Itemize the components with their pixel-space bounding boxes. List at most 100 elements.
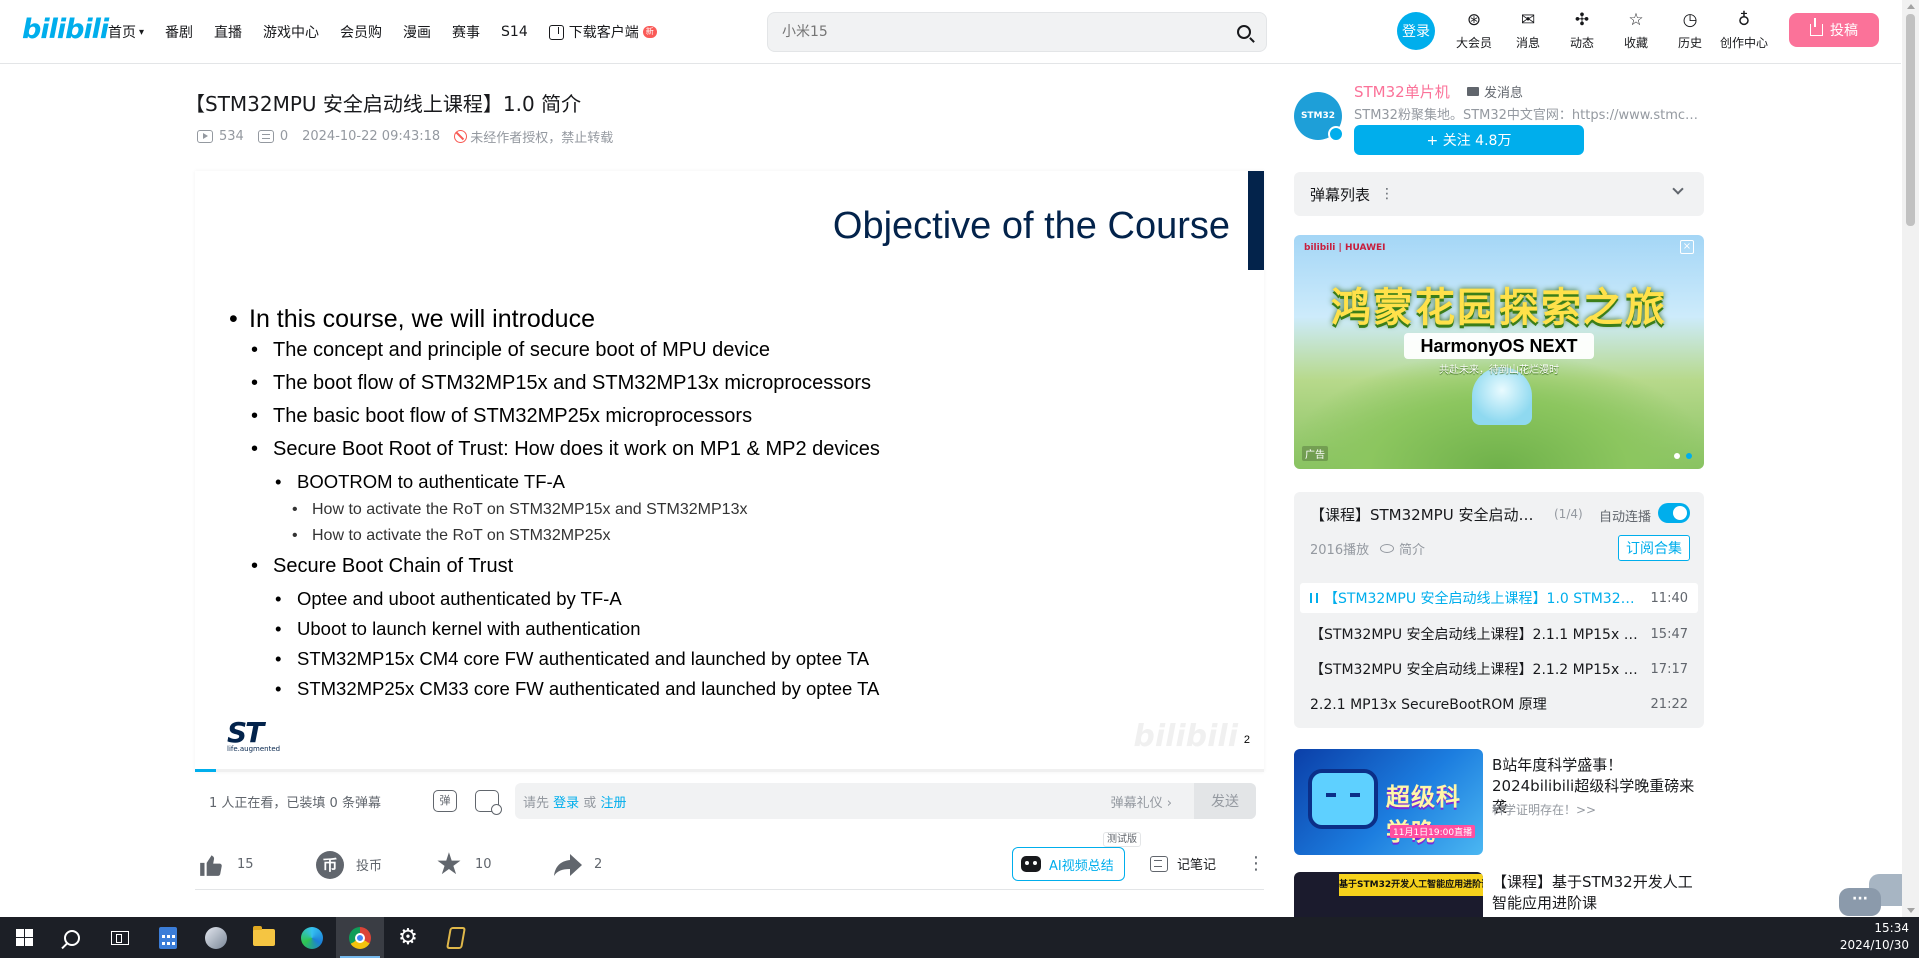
more-vertical-icon[interactable]: ⋮	[1380, 186, 1394, 202]
danmaku-ph-prefix: 请先	[523, 795, 550, 811]
uploader-avatar[interactable]: STM32	[1294, 92, 1344, 142]
close-icon[interactable]: ×	[1680, 240, 1694, 254]
search-input[interactable]	[768, 24, 1226, 40]
copyright-notice: 未经作者授权，禁止转载	[454, 127, 613, 146]
entry-favorite[interactable]: ☆ 收藏	[1609, 10, 1663, 51]
nav-anime[interactable]: 番剧	[165, 22, 193, 42]
taskbar-app[interactable]	[432, 917, 480, 958]
note-button[interactable]: 记笔记	[1150, 854, 1216, 873]
taskbar-search-button[interactable]	[48, 917, 96, 958]
upload-button[interactable]: 投稿	[1789, 13, 1879, 47]
taskbar-clock[interactable]: 15:34 2024/10/30	[1840, 920, 1909, 954]
scroll-down-icon[interactable]	[1907, 908, 1915, 913]
share-button[interactable]: 2	[552, 849, 671, 881]
clock-date: 2024/10/30	[1839, 938, 1909, 952]
entry-history[interactable]: ◷ 历史	[1663, 10, 1717, 51]
carousel-dot-active[interactable]	[1686, 453, 1692, 459]
recommend-card[interactable]: 超级科学晚 11月1日19:00直播 B站年度科学盛事！2024bilibili…	[1294, 749, 1704, 857]
search-button[interactable]	[1226, 16, 1262, 48]
autoplay-toggle[interactable]	[1658, 503, 1690, 523]
chevron-down-icon[interactable]	[1672, 183, 1684, 195]
playlist-intro-label: 简介	[1399, 543, 1426, 558]
danmaku-register-link[interactable]: 注册	[600, 796, 626, 811]
playlist-episode[interactable]: 2.2.1 MP13x SecureBootROM 原理 21:22	[1300, 689, 1698, 719]
entry-message[interactable]: ✉ 消息	[1501, 10, 1555, 51]
recommend-thumbnail[interactable]: 基于STM32开发人工智能应用进阶课	[1294, 872, 1483, 917]
bilibili-logo[interactable]: bilibili	[22, 14, 109, 46]
video-progress-bar[interactable]	[195, 769, 1264, 772]
task-view-button[interactable]	[96, 917, 144, 958]
recommend-card[interactable]: 基于STM32开发人工智能应用进阶课 【课程】基于STM32开发人工智能应用进阶…	[1294, 872, 1704, 917]
danmaku-settings-button[interactable]	[475, 790, 502, 815]
scrollbar-thumb[interactable]	[1906, 14, 1915, 226]
entry-creator-label: 创作中心	[1719, 36, 1768, 50]
like-button[interactable]: 15	[195, 849, 314, 881]
danmaku-placeholder: 请先 登录 或 注册	[515, 792, 626, 811]
nav-home[interactable]: 首页 ▾	[108, 22, 144, 42]
thumbnail-date: 11月1日19:00直播	[1390, 825, 1476, 838]
danmaku-count-value: 0	[279, 129, 289, 144]
favorite-button[interactable]: ★ 10	[433, 849, 552, 881]
taskbar-calculator[interactable]	[144, 917, 192, 958]
entry-vip[interactable]: ⊛ 大会员	[1447, 10, 1501, 51]
playlist-episode[interactable]: 【STM32MPU 安全启动线上课程】2.1.1 MP15x SecureBoo…	[1300, 619, 1698, 649]
search-icon	[1237, 25, 1251, 39]
playlist-title[interactable]: 【课程】STM32MPU 安全启动线上课程	[1310, 504, 1545, 525]
upload-label: 投稿	[1830, 23, 1858, 39]
task-view-icon	[111, 930, 129, 945]
thumbs-up-icon	[195, 849, 227, 881]
more-icon[interactable]: ⋮	[1247, 854, 1265, 874]
message-icon: ✉	[1520, 10, 1536, 30]
entry-creator[interactable]: ♁ 创作中心	[1717, 10, 1771, 51]
danmaku-etiquette-link[interactable]: 弹幕礼仪 ›	[1111, 792, 1172, 811]
danmaku-send-button[interactable]: 发送	[1194, 783, 1256, 819]
favorite-count: 10	[475, 857, 492, 872]
nav-game-center[interactable]: 游戏中心	[263, 22, 319, 42]
taskbar-settings[interactable]: ⚙	[384, 917, 432, 958]
video-progress-fill	[195, 769, 217, 772]
send-message-button[interactable]: 发消息	[1467, 82, 1523, 101]
playlist-episode-active[interactable]: 【STM32MPU 安全启动线上课程】1.0 STM32MPU 安全启动简介 11…	[1300, 583, 1698, 613]
danmaku-toggle-button[interactable]: 弹	[433, 790, 457, 812]
slide-bullet: How to activate the RoT on STM32MP25x	[229, 527, 880, 553]
playlist-episode[interactable]: 【STM32MPU 安全启动线上课程】2.1.2 MP15x SecureBoo…	[1300, 654, 1698, 684]
start-button[interactable]	[0, 917, 48, 958]
follow-button[interactable]: + 关注 4.8万	[1354, 125, 1584, 155]
scroll-up-icon[interactable]	[1907, 4, 1915, 9]
episode-name: 【STM32MPU 安全启动线上课程】1.0 STM32MPU 安全启动简介	[1324, 591, 1640, 607]
taskbar-edge[interactable]	[288, 917, 336, 958]
video-title: 【STM32MPU 安全启动线上课程】1.0 简介	[185, 92, 582, 116]
taskbar-file-explorer[interactable]	[240, 917, 288, 958]
recommend-title[interactable]: 【课程】基于STM32开发人工智能应用进阶课	[1492, 872, 1704, 914]
coin-icon: 币	[314, 849, 346, 881]
nav-esports[interactable]: 赛事	[452, 22, 480, 42]
nav-manga[interactable]: 漫画	[403, 22, 431, 42]
nav-s14[interactable]: S14	[501, 24, 528, 40]
share-count: 2	[594, 857, 603, 872]
nav-live[interactable]: 直播	[214, 22, 242, 42]
recommend-thumbnail[interactable]: 超级科学晚 11月1日19:00直播	[1294, 749, 1483, 855]
danmaku-input[interactable]: 请先 登录 或 注册 弹幕礼仪 › 发送	[515, 783, 1256, 819]
ai-summary-button[interactable]: AI视频总结	[1012, 847, 1125, 881]
bilibili-watermark: bilibili	[1133, 719, 1238, 754]
video-player[interactable]: Objective of the Course In this course, …	[195, 171, 1264, 772]
page-scrollbar[interactable]	[1902, 0, 1919, 917]
entry-dynamic[interactable]: ✣ 动态	[1555, 10, 1609, 51]
vip-icon: ⊛	[1466, 10, 1482, 30]
entry-history-label: 历史	[1677, 36, 1702, 50]
taskbar-app-ps[interactable]	[192, 917, 240, 958]
nav-download-client[interactable]: 下载客户端新	[548, 22, 657, 42]
ad-banner[interactable]: bilibili | HUAWEI × 鸿蒙花园探索之旅 HarmonyOS N…	[1294, 235, 1704, 469]
danmaku-ph-or: 或	[579, 795, 601, 811]
coin-button[interactable]: 币 投币	[314, 849, 433, 881]
playlist-intro[interactable]: 简介	[1380, 539, 1425, 558]
login-button[interactable]: 登录	[1397, 12, 1435, 50]
uploader-name[interactable]: STM32单片机	[1354, 81, 1450, 102]
nav-mall[interactable]: 会员购	[340, 22, 382, 42]
subscribe-collection-button[interactable]: 订阅合集	[1618, 535, 1690, 561]
slide-bullet: The basic boot flow of STM32MP25x microp…	[229, 405, 880, 438]
carousel-dot[interactable]	[1674, 453, 1680, 459]
danmaku-login-link[interactable]: 登录	[553, 796, 579, 811]
danmaku-list-panel[interactable]: 弹幕列表 ⋮	[1294, 172, 1704, 216]
taskbar-chrome[interactable]	[336, 917, 384, 958]
